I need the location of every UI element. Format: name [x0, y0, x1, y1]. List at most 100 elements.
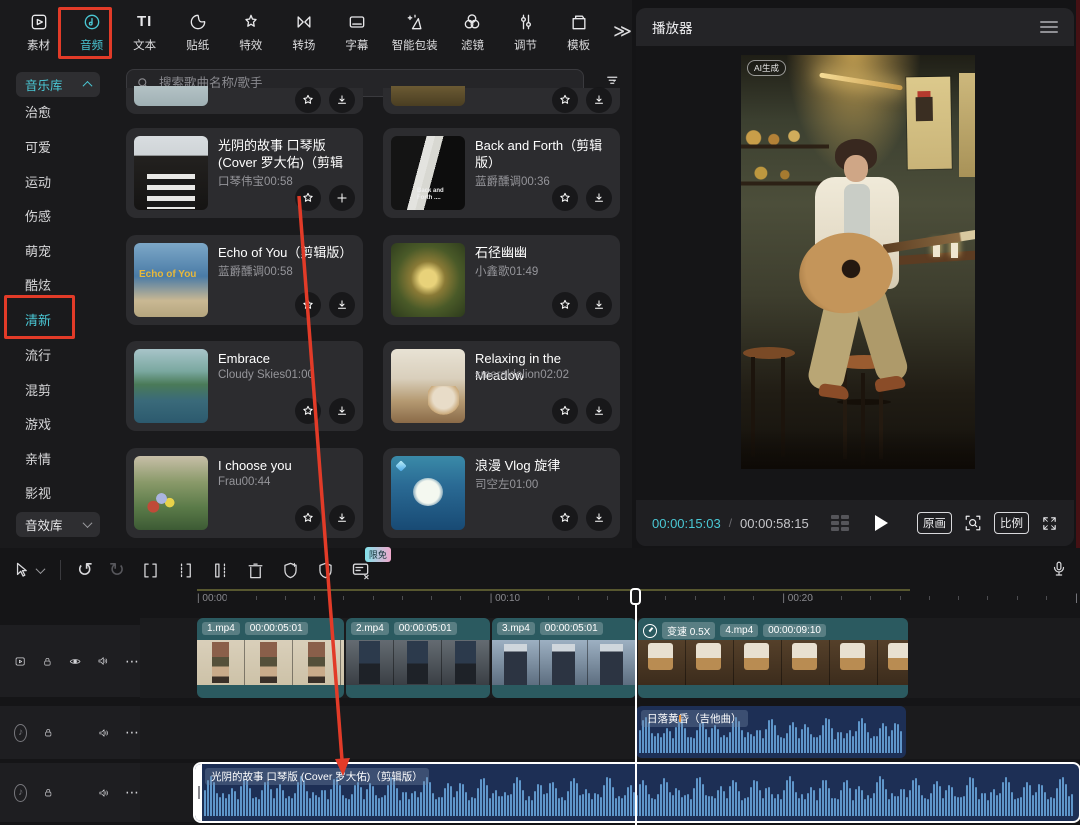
tab-audio[interactable]: 音频 [67, 10, 116, 53]
category-qingxin[interactable]: 清新 [25, 310, 95, 329]
audio-clip-harmonica-selected[interactable]: 光阴的故事 口琴版 (Cover 罗大佑)（剪辑版） [195, 764, 1079, 821]
add-to-timeline-button[interactable] [329, 185, 355, 211]
lock-icon[interactable] [43, 725, 54, 740]
favorite-button[interactable] [552, 87, 578, 113]
video-preview[interactable]: AI生成 [741, 55, 975, 469]
artwork-text: Echo of You [139, 269, 199, 280]
tab-smart-package[interactable]: 智能包装 [385, 10, 444, 53]
playhead-handle[interactable] [630, 588, 641, 605]
music-card[interactable]: Embrace Cloudy Skies01:00 [126, 341, 363, 431]
original-quality-button[interactable]: 原画 [917, 512, 952, 534]
favorite-button[interactable] [295, 87, 321, 113]
favorite-button[interactable] [552, 185, 578, 211]
tab-transitions[interactable]: 转场 [279, 10, 328, 53]
sound-effects-library-section[interactable]: 音效库 [16, 512, 100, 537]
download-button[interactable] [586, 185, 612, 211]
tab-sticker[interactable]: 贴纸 [173, 10, 222, 53]
record-voiceover-icon[interactable] [1050, 560, 1068, 578]
tab-templates[interactable]: 模板 [554, 10, 603, 53]
timeline-ruler[interactable]: | 00:00| 00:10| 00:20| 00:30 [0, 588, 1080, 612]
mute-track-icon[interactable] [97, 653, 109, 669]
download-button[interactable] [329, 398, 355, 424]
tab-captions[interactable]: 字幕 [332, 10, 381, 53]
clip-name: 2.mp4 [351, 622, 389, 635]
favorite-button[interactable] [552, 505, 578, 531]
download-button[interactable] [329, 505, 355, 531]
download-button[interactable] [329, 292, 355, 318]
category-youxi[interactable]: 游戏 [25, 414, 95, 433]
download-button[interactable] [586, 292, 612, 318]
category-qinqing[interactable]: 亲情 [25, 449, 95, 468]
aspect-ratio-button[interactable]: 比例 [994, 512, 1029, 534]
split-keep-right-button[interactable] [211, 561, 230, 580]
favorite-button[interactable] [295, 292, 321, 318]
music-card[interactable]: Echo of You Echo of You（剪辑版） 蓝爵醺调00:58 [126, 235, 363, 325]
download-button[interactable] [586, 505, 612, 531]
frame-preview-icon[interactable] [831, 515, 849, 531]
tab-filters[interactable]: 滤镜 [448, 10, 497, 53]
track-more-options[interactable]: ⋯ [125, 724, 140, 741]
tab-effects[interactable]: 特效 [226, 10, 275, 53]
track-more-options[interactable]: ⋯ [125, 784, 140, 801]
favorite-button[interactable] [552, 292, 578, 318]
split-keep-left-button[interactable] [176, 561, 195, 580]
protect-button[interactable] [316, 561, 335, 580]
video-clip-4[interactable]: 变速 0.5X 4.mp4 00:00:09:10 [638, 618, 908, 698]
mute-track-icon[interactable] [98, 725, 109, 741]
video-clip-1[interactable]: 1.mp400:00:05:01 [197, 618, 344, 698]
video-clip-3[interactable]: 3.mp400:00:05:01 [492, 618, 636, 698]
category-shanggan[interactable]: 伤感 [25, 206, 95, 225]
category-liuxing[interactable]: 流行 [25, 345, 95, 364]
category-keai[interactable]: 可爱 [25, 137, 95, 156]
music-card[interactable]: 石径幽幽 小鑫歌01:49 [383, 235, 620, 325]
download-button[interactable] [329, 87, 355, 113]
category-yundong[interactable]: 运动 [25, 172, 95, 191]
player-menu-icon[interactable] [1040, 21, 1058, 33]
split-button[interactable] [141, 561, 160, 580]
song-artwork: Echo of You [134, 243, 208, 317]
track-more-options[interactable]: ⋯ [125, 653, 140, 670]
vip-diamond-icon [395, 460, 406, 471]
download-button[interactable] [586, 87, 612, 113]
clip-trim-handle[interactable] [195, 764, 202, 821]
music-card[interactable]: 浪漫 Vlog 旋律 司空左01:00 [383, 448, 620, 538]
preview-zoom-button[interactable] [964, 514, 982, 532]
category-yingshi[interactable]: 影视 [25, 483, 95, 502]
favorite-button[interactable] [295, 398, 321, 424]
music-card[interactable]: 光阴的故事 口琴版 (Cover 罗大佑)（剪辑版） 口琴伟宝00:58 [126, 128, 363, 218]
category-mengchong[interactable]: 萌宠 [25, 241, 95, 260]
player-panel: 播放器 [636, 8, 1074, 546]
music-card[interactable]: Back and Forth .... Back and Forth（剪辑版） … [383, 128, 620, 218]
ai-protect-button[interactable] [281, 561, 300, 580]
redo-button[interactable]: ↻ [109, 561, 125, 580]
download-button[interactable] [586, 398, 612, 424]
undo-button[interactable]: ↺ [77, 561, 93, 580]
category-kuxuan[interactable]: 酷炫 [25, 275, 95, 294]
select-tool-button[interactable] [12, 561, 44, 580]
music-card-partial[interactable] [126, 88, 363, 114]
delete-button[interactable] [246, 561, 265, 580]
tab-adjust[interactable]: 调节 [501, 10, 550, 53]
category-zhiyu[interactable]: 治愈 [25, 102, 95, 121]
video-clip-2[interactable]: 2.mp400:00:05:01 [346, 618, 490, 698]
tab-media[interactable]: 素材 [14, 10, 63, 53]
favorite-button[interactable] [295, 505, 321, 531]
expand-panel-icon[interactable]: ≫ [613, 21, 632, 42]
lock-icon[interactable] [43, 785, 54, 800]
favorite-button[interactable] [552, 398, 578, 424]
fullscreen-button[interactable] [1041, 515, 1058, 532]
music-card[interactable]: Relaxing in the Meadow smeraldelion02:02 [383, 341, 620, 431]
audio-clip-guitar[interactable]: 日落黄昏（吉他曲） [636, 706, 906, 758]
music-card-partial[interactable] [383, 88, 620, 114]
clip-filmstrip [197, 640, 344, 685]
category-hunjian[interactable]: 混剪 [25, 380, 95, 399]
music-card[interactable]: I choose you Frau00:44 [126, 448, 363, 538]
music-library-section[interactable]: 音乐库 [16, 72, 100, 97]
lock-icon[interactable] [42, 654, 53, 669]
mute-track-icon[interactable] [98, 785, 109, 801]
favorite-button[interactable] [295, 185, 321, 211]
remove-captions-button[interactable]: 限免 [351, 560, 371, 580]
tab-text[interactable]: TI 文本 [120, 10, 169, 53]
hide-track-icon[interactable] [69, 653, 81, 670]
play-button[interactable] [875, 515, 888, 531]
